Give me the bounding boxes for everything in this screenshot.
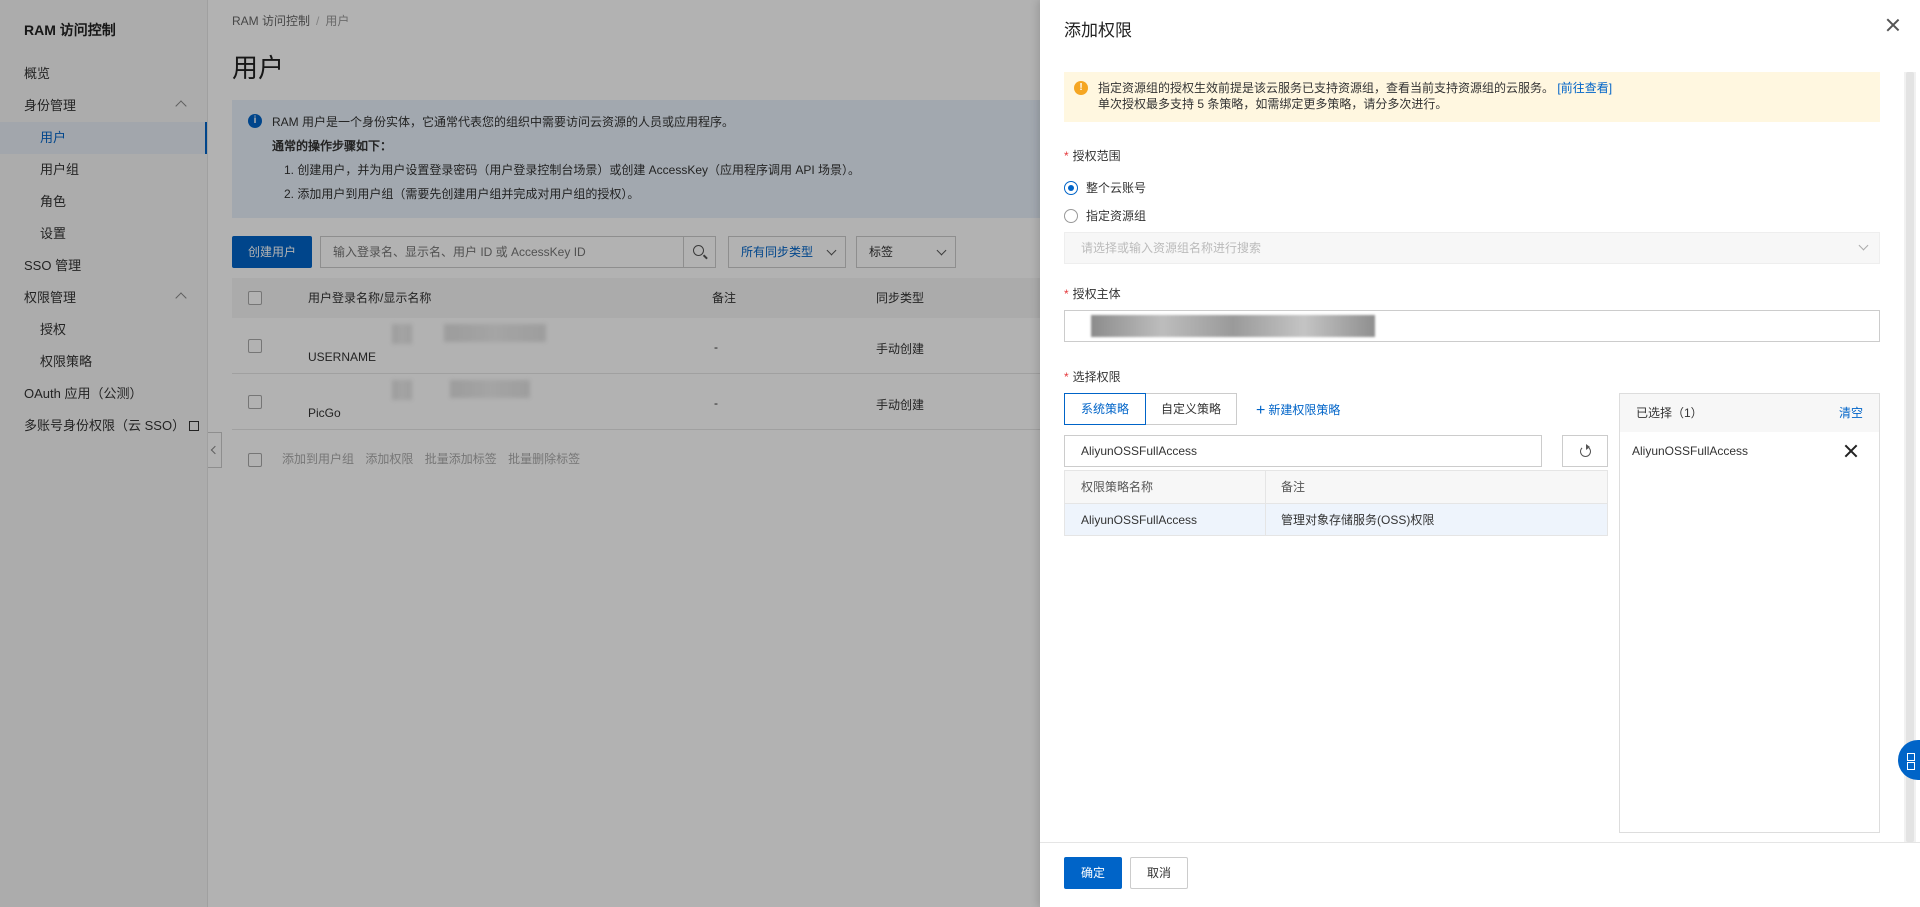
tab-custom-policy[interactable]: 自定义策略 — [1145, 393, 1237, 425]
clear-selected-button[interactable]: 清空 — [1839, 394, 1863, 432]
drawer-footer: 确定 取消 — [1040, 842, 1920, 907]
refresh-icon[interactable] — [1562, 435, 1608, 467]
principal-field[interactable] — [1064, 310, 1880, 342]
tab-system-policy[interactable]: 系统策略 — [1064, 393, 1146, 425]
new-policy-label: 新建权限策略 — [1268, 403, 1341, 417]
add-permission-drawer: 添加权限 ! 指定资源组的授权生效前提是该云服务已支持资源组，查看当前支持资源组… — [1040, 0, 1920, 907]
selected-policy-item: AliyunOSSFullAccess — [1620, 432, 1879, 470]
selected-header: 已选择（1） 清空 — [1620, 394, 1879, 432]
selected-policies-panel: 已选择（1） 清空 AliyunOSSFullAccess — [1619, 393, 1880, 833]
drawer-scrollbar[interactable] — [1904, 72, 1916, 842]
policy-search-input[interactable]: AliyunOSSFullAccess — [1064, 435, 1542, 467]
scrollbar-thumb[interactable] — [1906, 72, 1914, 842]
warning-text: 单次授权最多支持 5 条策略，如需绑定更多策略，请分多次进行。 — [1098, 97, 1448, 111]
selected-title: 已选择（1） — [1636, 406, 1703, 420]
new-policy-link[interactable]: + 新建权限策略 — [1256, 401, 1340, 420]
policy-note: 管理对象存储服务(OSS)权限 — [1281, 513, 1435, 527]
warning-text: 指定资源组的授权生效前提是该云服务已支持资源组，查看当前支持资源组的云服务。 — [1098, 81, 1555, 95]
policy-row[interactable]: AliyunOSSFullAccess 管理对象存储服务(OSS)权限 — [1065, 503, 1607, 535]
column-header: 备注 — [1281, 480, 1306, 494]
radio-checked-icon — [1064, 181, 1078, 195]
column-header: 权限策略名称 — [1081, 480, 1154, 494]
drawer-title: 添加权限 — [1064, 21, 1132, 40]
principal-label: * 授权主体 — [1064, 287, 1121, 301]
resource-group-placeholder: 请选择或输入资源组名称进行搜索 — [1081, 241, 1262, 255]
scope-label: * 授权范围 — [1064, 149, 1121, 163]
redacted-principal — [1091, 315, 1375, 337]
resource-group-select[interactable]: 请选择或输入资源组名称进行搜索 — [1064, 232, 1880, 264]
plus-icon: + — [1256, 402, 1266, 419]
scope-label-text: 授权范围 — [1072, 149, 1121, 163]
close-icon[interactable] — [1886, 18, 1900, 32]
warning-banner: ! 指定资源组的授权生效前提是该云服务已支持资源组，查看当前支持资源组的云服务。… — [1064, 72, 1880, 122]
scope-radio-account[interactable]: 整个云账号 — [1064, 180, 1146, 196]
close-icon[interactable] — [1845, 445, 1857, 457]
radio-label: 整个云账号 — [1086, 181, 1147, 195]
policy-name: AliyunOSSFullAccess — [1081, 513, 1198, 527]
modal-overlay[interactable] — [0, 0, 1040, 907]
confirm-button[interactable]: 确定 — [1064, 857, 1122, 889]
chevron-down-icon — [1858, 240, 1869, 251]
principal-label-text: 授权主体 — [1072, 287, 1121, 301]
policy-table: 权限策略名称 备注 AliyunOSSFullAccess 管理对象存储服务(O… — [1064, 470, 1608, 536]
selected-policy-name: AliyunOSSFullAccess — [1632, 444, 1749, 458]
cancel-button[interactable]: 取消 — [1130, 857, 1188, 889]
warning-icon: ! — [1074, 81, 1088, 95]
radio-label: 指定资源组 — [1086, 209, 1147, 223]
permissions-label: * 选择权限 — [1064, 370, 1121, 384]
floating-assistant-icon[interactable] — [1898, 740, 1920, 780]
policy-table-header: 权限策略名称 备注 — [1065, 471, 1607, 503]
permissions-label-text: 选择权限 — [1072, 370, 1121, 384]
radio-unchecked-icon — [1064, 209, 1078, 223]
view-supported-services-link[interactable]: [前往查看] — [1557, 81, 1612, 95]
scope-radio-resource-group[interactable]: 指定资源组 — [1064, 208, 1146, 224]
